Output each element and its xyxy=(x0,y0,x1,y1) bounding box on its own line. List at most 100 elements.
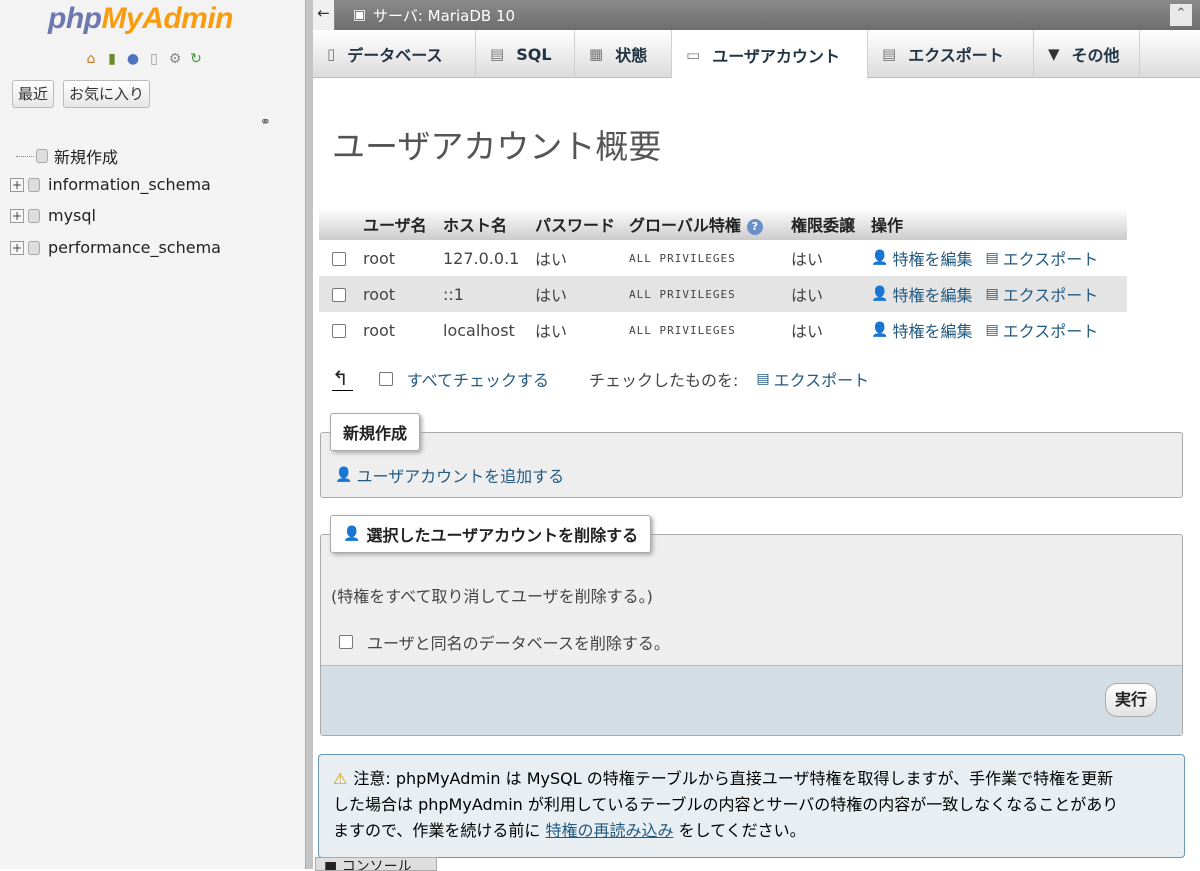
help-icon[interactable]: ? xyxy=(746,218,763,235)
tree-db-mysql[interactable]: + mysql xyxy=(10,206,96,225)
user-cell: root xyxy=(363,248,396,268)
row-checkbox[interactable] xyxy=(332,288,346,302)
export-icon: ▤ xyxy=(985,286,999,302)
export-user-link[interactable]: ▤ エクスポート xyxy=(986,246,1099,270)
column-header-user[interactable]: ユーザ名 xyxy=(359,208,439,240)
edit-privileges-link[interactable]: 👤 特権を編集 xyxy=(871,282,972,306)
expand-icon[interactable]: + xyxy=(10,208,24,223)
edit-label: 特権を編集 xyxy=(892,250,973,269)
delete-users-fieldset: (特権をすべて取り消してユーザを削除する。) ユーザと同名のデータベースを削除す… xyxy=(320,534,1183,736)
delete-section-legend: 👤 選択したユーザアカウントを削除する xyxy=(330,515,652,553)
edit-label: 特権を編集 xyxy=(892,322,973,341)
reload-icon[interactable]: ↻ xyxy=(187,50,205,68)
tree-db-performance-schema[interactable]: + performance_schema xyxy=(10,238,221,257)
recent-button[interactable]: 最近 xyxy=(12,80,55,108)
home-icon[interactable]: ⌂ xyxy=(82,50,100,68)
form-footer: 実行 xyxy=(321,665,1182,735)
grant-cell: はい xyxy=(791,322,824,341)
tab-export[interactable]: ▤ エクスポート xyxy=(868,30,1034,78)
notice-line-1: ⚠ 注意: phpMyAdmin は MySQL の特権テーブルから直接ユーザ特権… xyxy=(333,766,1174,792)
db-name[interactable]: performance_schema xyxy=(48,238,221,257)
table-row: root ::1 はい ALL PRIVILEGES はい 👤 特権を編集 ▤ エク… xyxy=(319,276,1127,312)
host-cell: localhost xyxy=(443,320,515,340)
actions-cell: 👤 特権を編集 ▤ エクスポート xyxy=(867,276,1127,312)
grant-cell: はい xyxy=(791,250,824,269)
password-cell: はい xyxy=(535,250,568,269)
console-icon: ■ xyxy=(324,859,338,871)
tree-new-label[interactable]: 新規作成 xyxy=(54,144,118,168)
notice-text: をしてください。 xyxy=(678,821,806,840)
tab-label: その他 xyxy=(1071,46,1120,65)
database-icon xyxy=(28,177,40,192)
export-label: エクスポート xyxy=(1002,286,1099,305)
column-header-actions: 操作 xyxy=(867,208,1127,240)
actions-cell: 👤 特権を編集 ▤ エクスポート xyxy=(867,312,1127,348)
row-select-cell xyxy=(319,312,359,348)
db-name[interactable]: mysql xyxy=(48,206,96,225)
add-user-label: ユーザアカウントを追加する xyxy=(356,467,565,486)
check-all-link[interactable]: すべてチェックする xyxy=(407,367,549,391)
tab-label: ユーザアカウント xyxy=(712,46,840,66)
drop-db-option: ユーザと同名のデータベースを削除する。 xyxy=(339,630,670,654)
column-header-password[interactable]: パスワード xyxy=(531,208,625,240)
user-cell: root xyxy=(359,276,439,312)
docs-icon[interactable]: ▯ xyxy=(145,50,163,68)
server-breadcrumb[interactable]: サーバ: MariaDB 10 xyxy=(373,5,515,26)
expand-icon[interactable]: + xyxy=(10,240,24,255)
select-column-header xyxy=(319,208,359,240)
tree-db-information-schema[interactable]: + information_schema xyxy=(10,175,211,194)
logout-icon[interactable]: ▮ xyxy=(103,50,121,68)
back-arrow-icon[interactable]: ← xyxy=(313,0,335,30)
settings-gear-icon[interactable]: ⚙ xyxy=(166,50,184,68)
panel-resize-handle[interactable] xyxy=(305,0,313,869)
host-cell: ::1 xyxy=(439,276,531,312)
column-header-host[interactable]: ホスト名 xyxy=(439,208,531,240)
nav-icon-bar: ⌂ ▮ ● ▯ ⚙ ↻ xyxy=(82,50,205,68)
actions-cell: 👤 特権を編集 ▤ エクスポート xyxy=(867,240,1127,276)
bulk-actions-bar: ↰ すべてチェックする チェックしたものを: ▤ エクスポート xyxy=(332,366,877,391)
table-row: root localhost はい ALL PRIVILEGES はい 👤 特権を… xyxy=(319,312,1127,348)
row-checkbox[interactable] xyxy=(332,324,346,338)
tree-new-item[interactable]: 新規作成 xyxy=(16,144,118,168)
collapse-menu-icon[interactable]: ⌃ xyxy=(1170,4,1192,26)
edit-privileges-link[interactable]: 👤 特権を編集 xyxy=(871,318,972,342)
bulk-export-button[interactable]: ▤ エクスポート xyxy=(756,367,869,391)
export-label: エクスポート xyxy=(1002,250,1099,269)
database-icon xyxy=(28,208,40,223)
tab-label: 状態 xyxy=(615,46,648,65)
phpmyadmin-logo[interactable]: phpMyAdmin xyxy=(48,2,233,36)
status-icon: ▦ xyxy=(589,45,604,63)
link-chain-icon[interactable]: ⚭ xyxy=(260,115,271,130)
edit-privileges-link[interactable]: 👤 特権を編集 xyxy=(871,246,972,270)
edit-privileges-icon: 👤 xyxy=(871,286,889,302)
tab-sql[interactable]: ▤ SQL xyxy=(476,30,575,78)
execute-button[interactable]: 実行 xyxy=(1105,683,1157,717)
tab-more[interactable]: ▼ その他 xyxy=(1034,30,1140,78)
help-icon[interactable]: ● xyxy=(124,50,142,68)
page-title: ユーザアカウント概要 xyxy=(332,127,662,166)
tab-status[interactable]: ▦ 状態 xyxy=(575,30,672,78)
table-header-row: ユーザ名 ホスト名 パスワード グローバル特権? 権限委譲 操作 xyxy=(319,208,1127,240)
reload-privileges-link[interactable]: 特権の再読み込み xyxy=(545,821,673,840)
column-header-grant[interactable]: 権限委譲 xyxy=(787,208,867,240)
check-all-checkbox[interactable] xyxy=(378,371,393,386)
expand-icon[interactable]: + xyxy=(10,177,24,192)
add-user-link[interactable]: 👤 ユーザアカウントを追加する xyxy=(335,463,564,487)
header-label: グローバル特権 xyxy=(629,216,741,235)
export-user-link[interactable]: ▤ エクスポート xyxy=(986,282,1099,306)
drop-db-checkbox[interactable] xyxy=(339,635,353,649)
user-accounts-table: ユーザ名 ホスト名 パスワード グローバル特権? 権限委譲 操作 root 12… xyxy=(319,208,1127,348)
tab-user-accounts[interactable]: ▭ ユーザアカウント xyxy=(672,30,868,79)
arrow-up-left-icon: ↰ xyxy=(332,366,353,391)
db-name[interactable]: information_schema xyxy=(48,175,211,194)
tab-label: データベース xyxy=(347,46,443,65)
favorites-button[interactable]: お気に入り xyxy=(63,80,151,108)
main-tabs: ▯ データベース ▤ SQL ▦ 状態 ▭ ユーザアカウント ▤ エクスポート ▼ その他 xyxy=(313,30,1200,79)
column-header-global-privs[interactable]: グローバル特権? xyxy=(625,208,787,240)
drop-db-label: ユーザと同名のデータベースを削除する。 xyxy=(367,634,670,653)
row-checkbox[interactable] xyxy=(332,252,346,266)
delete-legend-label: 選択したユーザアカウントを削除する xyxy=(366,526,639,545)
tab-databases[interactable]: ▯ データベース xyxy=(313,30,476,78)
export-user-link[interactable]: ▤ エクスポート xyxy=(986,318,1099,342)
table-row: root 127.0.0.1 はい ALL PRIVILEGES はい 👤 特権を… xyxy=(319,240,1127,276)
